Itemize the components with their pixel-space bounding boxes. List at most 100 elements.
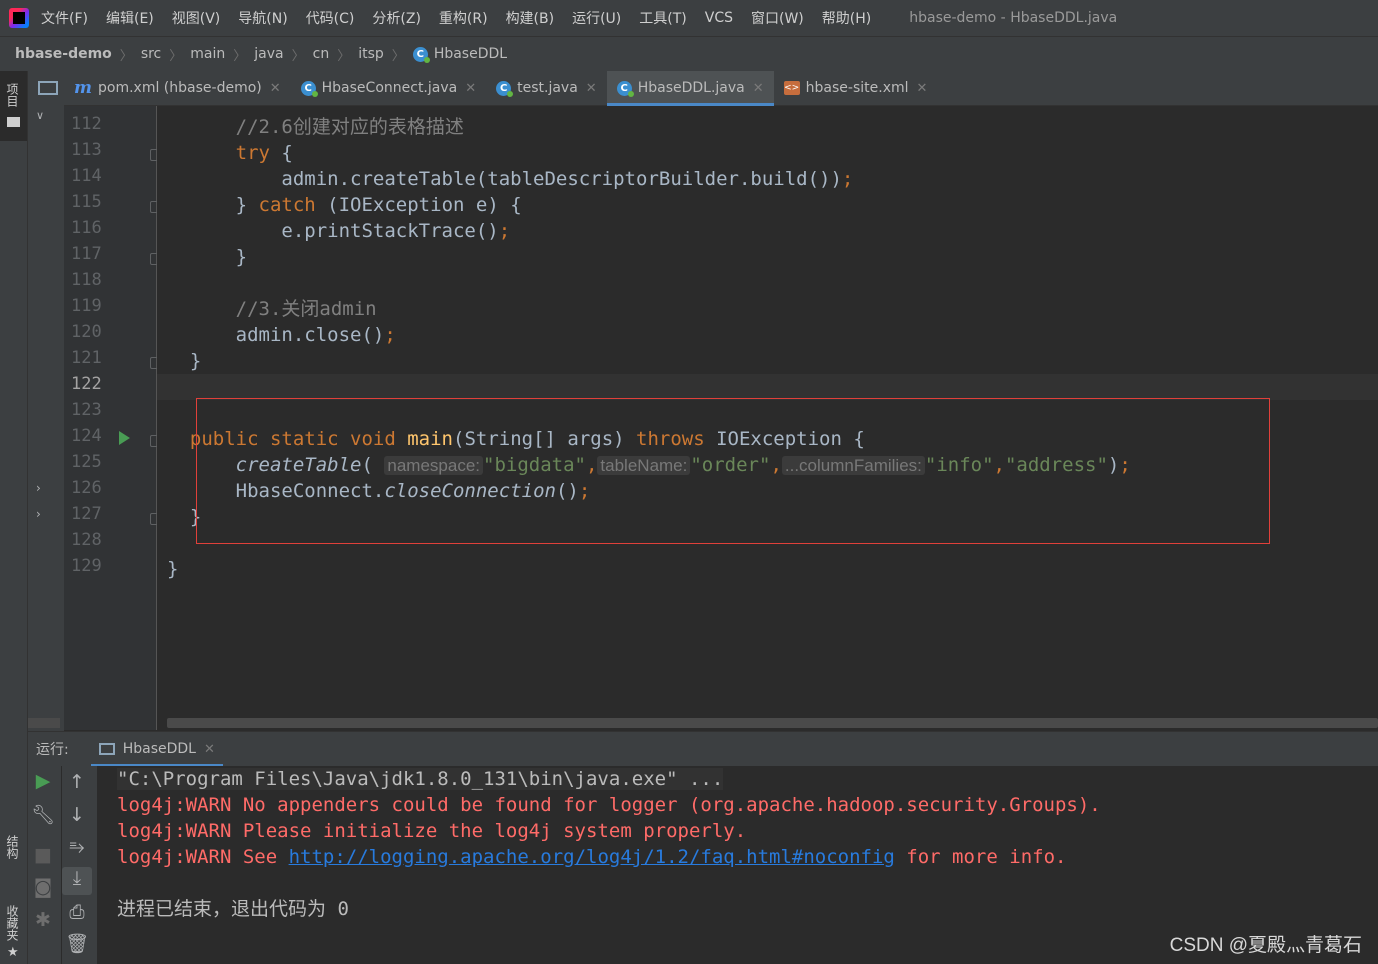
- console-line-warn: log4j:WARN Please initialize the log4j s…: [117, 820, 747, 842]
- menu-bar: 文件(F) 编辑(E) 视图(V) 导航(N) 代码(C) 分析(Z) 重构(R…: [0, 0, 1378, 36]
- soft-wrap-icon[interactable]: ⥱: [62, 836, 92, 858]
- stop-icon[interactable]: ■: [28, 844, 58, 866]
- chevron-right-icon[interactable]: ›: [36, 481, 41, 495]
- menu-vcs[interactable]: VCS: [705, 10, 733, 26]
- run-toolbar-primary: ▶ 🔧︎ ■ ◙ ✱: [28, 766, 61, 964]
- breadcrumb-cn[interactable]: cn: [313, 46, 330, 62]
- tab-label: hbase-site.xml: [805, 80, 909, 96]
- tab-hbase-connect[interactable]: C HbaseConnect.java ✕: [291, 71, 486, 105]
- line-number: 121: [71, 348, 102, 368]
- breadcrumb-src[interactable]: src: [141, 46, 161, 62]
- line-number: 114: [71, 166, 102, 186]
- line-number: 117: [71, 244, 102, 264]
- class-icon: C: [412, 46, 430, 63]
- line-number: 113: [71, 140, 102, 160]
- camera-icon[interactable]: ◙: [28, 876, 58, 898]
- line-numbers: 112 113 114 115 116 117 118 119 120 121 …: [64, 111, 124, 579]
- code-line-129: }: [167, 556, 178, 582]
- menu-help[interactable]: 帮助(H): [822, 8, 871, 28]
- code-text: }: [235, 246, 248, 268]
- left-tool-strip: 项目 结构 收藏夹 ★: [0, 71, 28, 964]
- line-number: 126: [71, 478, 102, 498]
- trash-icon[interactable]: 🗑︎: [62, 932, 92, 955]
- line-number: 119: [71, 296, 102, 316]
- console-line-exit: 进程已结束，退出代码为 0: [117, 896, 349, 922]
- code-line-119: //3.关闭admin: [167, 296, 377, 322]
- breadcrumb: hbase-demo 〉 src 〉 main 〉 java 〉 cn 〉 it…: [0, 36, 1378, 72]
- tab-label: HbaseDDL.java: [637, 80, 745, 96]
- faq-link[interactable]: http://logging.apache.org/log4j/1.2/faq.…: [289, 846, 895, 868]
- chevron-right-icon: 〉: [391, 48, 405, 64]
- code-line-114: admin.createTable(tableDescriptorBuilder…: [167, 166, 853, 192]
- close-icon[interactable]: ✕: [465, 81, 476, 96]
- wrench-icon[interactable]: 🔧︎: [28, 803, 58, 826]
- tab-pom-xml[interactable]: m pom.xml (hbase-demo) ✕: [64, 71, 291, 105]
- maven-icon: m: [74, 78, 92, 98]
- tab-hbase-site-xml[interactable]: <> hbase-site.xml ✕: [774, 71, 938, 105]
- watermark: CSDN @夏殿灬青葛石: [1169, 935, 1362, 956]
- print-icon[interactable]: ⎙: [62, 901, 92, 923]
- arrow-down-icon[interactable]: ↓: [62, 804, 92, 826]
- menu-code[interactable]: 代码(C): [306, 8, 355, 28]
- settings-icon[interactable]: ✱: [28, 909, 58, 931]
- code-line-120: admin.close();: [167, 322, 396, 348]
- warn-text: for more info.: [894, 846, 1067, 868]
- scroll-to-end-icon[interactable]: ⤓: [62, 867, 92, 895]
- project-tool-label: 项目: [5, 83, 19, 107]
- close-icon[interactable]: ✕: [917, 81, 928, 96]
- run-main-icon[interactable]: [119, 431, 130, 445]
- breadcrumb-class-label: HbaseDDL: [433, 46, 508, 62]
- close-icon[interactable]: ✕: [753, 81, 764, 96]
- structure-tool-label: 结构: [5, 835, 19, 859]
- menu-build[interactable]: 构建(B): [506, 8, 555, 28]
- chevron-right-icon: 〉: [233, 48, 247, 64]
- breadcrumb-main[interactable]: main: [190, 46, 225, 62]
- breadcrumb-itsp[interactable]: itsp: [358, 46, 384, 62]
- line-number: 112: [71, 114, 102, 134]
- line-number: 115: [71, 192, 102, 212]
- horizontal-scrollbar[interactable]: [167, 718, 1378, 728]
- run-panel-header: 运行: HbaseDDL ✕: [28, 731, 1378, 766]
- close-icon[interactable]: ✕: [204, 742, 215, 757]
- close-icon[interactable]: ✕: [586, 81, 597, 96]
- menu-edit[interactable]: 编辑(E): [106, 8, 154, 28]
- structure-tool-tab[interactable]: 结构: [0, 831, 27, 891]
- menu-analyze[interactable]: 分析(Z): [372, 8, 421, 28]
- console-output[interactable]: "C:\Program Files\Java\jdk1.8.0_131\bin\…: [97, 766, 1378, 964]
- menu-run[interactable]: 运行(U): [572, 8, 621, 28]
- tab-hbase-ddl[interactable]: C HbaseDDL.java ✕: [606, 71, 774, 106]
- line-number: 129: [71, 556, 102, 576]
- class-icon: C: [496, 80, 514, 97]
- menu-tools[interactable]: 工具(T): [639, 8, 686, 28]
- run-tab-hbaseddl[interactable]: HbaseDDL ✕: [90, 732, 224, 766]
- breadcrumb-java[interactable]: java: [254, 46, 283, 62]
- breadcrumb-current-class[interactable]: C HbaseDDL: [412, 46, 508, 63]
- arrow-up-icon[interactable]: ↑: [62, 771, 92, 793]
- menu-refactor[interactable]: 重构(R): [439, 8, 488, 28]
- project-tool-tab[interactable]: 项目: [0, 71, 27, 141]
- tab-label: test.java: [517, 80, 578, 96]
- chevron-right-icon[interactable]: ›: [36, 507, 41, 521]
- line-number: 128: [71, 530, 102, 550]
- editor-gutter: 112 113 114 115 116 117 118 119 120 121 …: [64, 106, 160, 730]
- command-text: "C:\Program Files\Java\jdk1.8.0_131\bin\…: [117, 768, 724, 790]
- console-line-warn: log4j:WARN No appenders could be found f…: [117, 794, 1101, 816]
- code-line-112: //2.6创建对应的表格描述: [167, 114, 464, 140]
- menu-window[interactable]: 窗口(W): [751, 8, 804, 28]
- menu-view[interactable]: 视图(V): [172, 8, 221, 28]
- rerun-icon[interactable]: ▶: [28, 770, 58, 792]
- menu-file[interactable]: 文件(F): [41, 8, 88, 28]
- code-text: admin.createTable(tableDescriptorBuilder…: [281, 168, 842, 190]
- code-line-113: try {: [167, 140, 293, 166]
- tab-label: HbaseConnect.java: [321, 80, 458, 96]
- breadcrumb-project[interactable]: hbase-demo: [15, 46, 112, 62]
- tab-test-java[interactable]: C test.java ✕: [486, 71, 607, 105]
- project-panel-collapsed: ∨ › ›: [28, 71, 64, 731]
- gutter-scrollbar[interactable]: [28, 718, 60, 728]
- favorites-tool-tab[interactable]: 收藏夹 ★: [0, 901, 27, 964]
- current-line-highlight: [157, 374, 1378, 400]
- project-view-icon[interactable]: [38, 81, 58, 95]
- menu-navigate[interactable]: 导航(N): [238, 8, 287, 28]
- close-icon[interactable]: ✕: [270, 81, 281, 96]
- chevron-down-icon[interactable]: ∨: [36, 109, 44, 122]
